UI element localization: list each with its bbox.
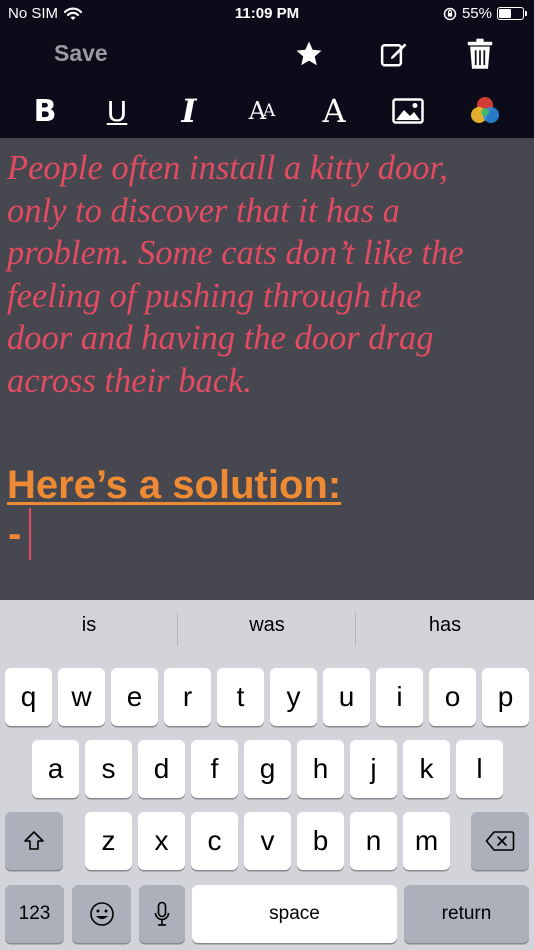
orientation-lock-icon xyxy=(443,7,457,20)
space-key[interactable]: space xyxy=(192,885,397,943)
key-x[interactable]: x xyxy=(138,812,185,870)
key-k[interactable]: k xyxy=(403,740,450,798)
microphone-icon xyxy=(154,901,170,926)
body-line: People often install a kitty door, xyxy=(7,149,448,187)
key-y[interactable]: y xyxy=(270,668,317,726)
key-f[interactable]: f xyxy=(191,740,238,798)
key-j[interactable]: j xyxy=(350,740,397,798)
key-c[interactable]: c xyxy=(191,812,238,870)
key-u[interactable]: u xyxy=(323,668,370,726)
edit-icon xyxy=(380,43,407,67)
return-key[interactable]: return xyxy=(404,885,529,943)
key-v[interactable]: v xyxy=(244,812,291,870)
keyboard: is was has q w e r t y u i o p a s d f g… xyxy=(0,600,534,950)
delete-button[interactable] xyxy=(463,37,497,71)
current-line[interactable]: - xyxy=(8,508,32,560)
numbers-key[interactable]: 123 xyxy=(5,885,64,943)
key-m[interactable]: m xyxy=(403,812,450,870)
emoji-key[interactable] xyxy=(72,885,131,943)
key-h[interactable]: h xyxy=(297,740,344,798)
key-q[interactable]: q xyxy=(5,668,52,726)
bold-button[interactable]: B xyxy=(30,92,60,130)
color-wheel-icon xyxy=(471,97,499,123)
suggestion-2[interactable]: was xyxy=(178,614,356,637)
key-r[interactable]: r xyxy=(164,668,211,726)
text-cursor xyxy=(29,508,32,560)
note-body-text[interactable]: People often install a kitty door, only … xyxy=(7,147,527,402)
shift-icon xyxy=(24,831,44,850)
key-b[interactable]: b xyxy=(297,812,344,870)
key-d[interactable]: d xyxy=(138,740,185,798)
key-z[interactable]: z xyxy=(85,812,132,870)
trash-icon xyxy=(467,38,493,69)
key-s[interactable]: s xyxy=(85,740,132,798)
key-n[interactable]: n xyxy=(350,812,397,870)
note-editor[interactable]: People often install a kitty door, only … xyxy=(0,138,534,600)
dictation-key[interactable] xyxy=(139,885,185,943)
dash-text: - xyxy=(8,511,22,556)
key-w[interactable]: w xyxy=(58,668,105,726)
font-button[interactable]: A xyxy=(316,92,352,130)
key-g[interactable]: g xyxy=(244,740,291,798)
suggestion-1[interactable]: is xyxy=(0,614,178,637)
key-a[interactable]: a xyxy=(32,740,79,798)
font-size-small-glyph: A xyxy=(263,101,276,121)
key-p[interactable]: p xyxy=(482,668,529,726)
battery-fill xyxy=(499,9,512,18)
font-size-button[interactable]: AA xyxy=(244,92,280,130)
underline-button[interactable]: U xyxy=(102,92,132,130)
shift-key[interactable] xyxy=(5,812,63,870)
italic-button[interactable]: I xyxy=(174,92,204,130)
status-bar: No SIM 11:09 PM 55% xyxy=(0,0,534,30)
battery-icon xyxy=(497,7,527,20)
save-button[interactable]: Save xyxy=(54,40,108,67)
backspace-icon xyxy=(485,831,515,851)
status-right: 55% xyxy=(443,5,527,22)
body-line: across their back. xyxy=(7,361,252,400)
key-e[interactable]: e xyxy=(111,668,158,726)
emoji-icon xyxy=(89,902,114,926)
body-line: only to discover that it has a xyxy=(7,191,400,230)
key-i[interactable]: i xyxy=(376,668,423,726)
note-heading[interactable]: Here’s a solution: xyxy=(7,463,341,508)
body-line: problem. Some cats don’t like the xyxy=(7,234,464,272)
favorite-button[interactable] xyxy=(292,37,326,71)
image-icon xyxy=(392,98,424,124)
edit-button[interactable] xyxy=(377,37,411,71)
star-icon xyxy=(296,41,322,66)
top-toolbar: Save xyxy=(0,30,534,78)
body-line: door and having the door drag xyxy=(7,319,434,357)
battery-percent: 55% xyxy=(461,5,492,22)
suggestion-3[interactable]: has xyxy=(356,614,534,637)
suggestion-bar: is was has xyxy=(0,600,534,662)
backspace-key[interactable] xyxy=(471,812,529,870)
body-line: feeling of pushing through the xyxy=(7,276,422,315)
text-color-button[interactable] xyxy=(466,92,504,130)
format-bar: B U I AA A xyxy=(0,84,534,138)
key-l[interactable]: l xyxy=(456,740,503,798)
key-o[interactable]: o xyxy=(429,668,476,726)
key-t[interactable]: t xyxy=(217,668,264,726)
insert-image-button[interactable] xyxy=(390,92,426,130)
